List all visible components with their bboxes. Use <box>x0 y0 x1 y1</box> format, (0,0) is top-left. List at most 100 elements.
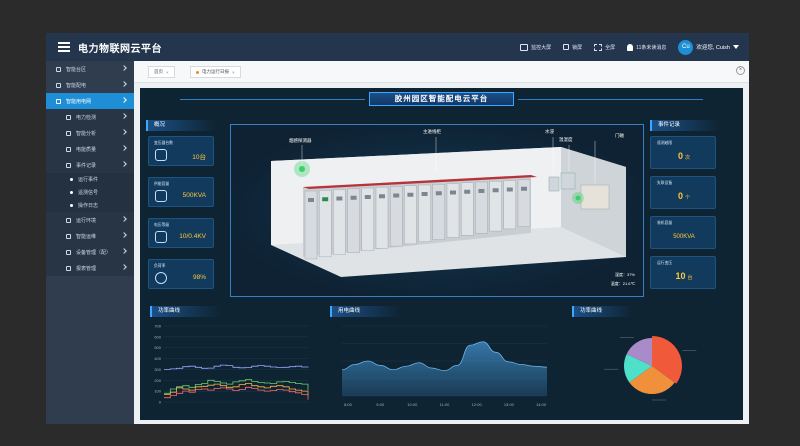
sensor-marker[interactable] <box>575 195 581 201</box>
close-icon[interactable]: × <box>166 70 169 75</box>
sidebar-item-4[interactable]: 智能分析 <box>46 125 134 141</box>
chevron-right-icon <box>121 97 127 103</box>
menu-icon[interactable] <box>58 42 70 52</box>
monitor-icon <box>520 43 529 51</box>
sidebar-item-10[interactable]: 运行环境 <box>46 212 134 228</box>
report-icon <box>66 265 71 271</box>
sidebar-item-label: 事件记录 <box>76 162 97 169</box>
lock-screen-button[interactable]: 锁屏 <box>563 44 582 51</box>
temp-sensor <box>560 172 576 190</box>
sidebar: 智能台区 智能配电 智能用电网电力检测智能分析电能质量事件记录运行事件遥测信号操作日… <box>46 61 134 424</box>
cabinet-indicator <box>407 192 414 197</box>
x-tick-label: 9:00 <box>376 402 385 407</box>
close-all-tabs-icon[interactable]: × <box>736 66 745 75</box>
event-label: 运行变压 <box>657 261 673 265</box>
bell-icon <box>627 43 634 51</box>
notifications-button[interactable]: 11条未读消息 <box>627 43 667 51</box>
sidebar-item-9[interactable]: 操作日志 <box>46 199 134 212</box>
header-line-left <box>180 99 365 100</box>
sidebar-item-5[interactable]: 电能质量 <box>46 141 134 157</box>
stat-label: 负荷率 <box>154 264 166 268</box>
sidebar-item-0[interactable]: 智能台区 <box>46 61 134 77</box>
door-panel <box>580 184 610 210</box>
sidebar-item-label: 智能分析 <box>76 130 97 137</box>
event-value: 10 台 <box>675 271 693 281</box>
bullet-icon <box>70 178 73 181</box>
cabinet-indicator <box>421 192 428 196</box>
consumption-chart-label: 用电曲线 <box>330 306 400 317</box>
door-sensor-label: 门磁 <box>615 133 624 138</box>
stat-label: 供能容量 <box>154 182 170 186</box>
cabinet-indicator <box>492 188 499 193</box>
lock-screen-label: 锁屏 <box>572 44 583 51</box>
sidebar-item-7[interactable]: 运行事件 <box>46 173 134 186</box>
stat-value: 10台 <box>192 154 206 161</box>
monitor-screen-label: 监控大屏 <box>531 44 552 51</box>
y-tick-label: 500 <box>154 345 161 350</box>
cabinet-indicator <box>450 190 456 195</box>
cabinet-indicator <box>506 187 513 192</box>
y-tick-label: 100 <box>154 389 161 394</box>
device-icon <box>66 249 71 255</box>
avatar: Cu <box>678 39 694 55</box>
event-value: 500KVA <box>673 234 695 240</box>
power-line-chart: 700 600 500 400 300 200 100 0 <box>154 324 309 405</box>
fullscreen-label: 全屏 <box>605 44 616 51</box>
close-icon[interactable]: × <box>232 70 235 75</box>
sidebar-item-11[interactable]: 智能运维 <box>46 228 134 244</box>
tab-home[interactable]: 首页 × <box>148 66 175 78</box>
temperature-reading: 温度：21.6℃ <box>610 281 635 286</box>
x-tick-label: 12:00 <box>472 402 483 407</box>
x-tick-label: 10:00 <box>407 402 418 407</box>
substation-3d-view[interactable]: 烟感探测器 主进线柜 水浸 温湿度 门磁 湿度：37% 温度：21.6℃ <box>230 124 644 297</box>
voltage-icon <box>155 231 167 243</box>
tab-home-label: 首页 <box>154 69 163 74</box>
sidebar-item-label: 运行环境 <box>76 217 97 224</box>
sidebar-item-label: 遥测信号 <box>78 190 99 196</box>
stat-label: 电压等级 <box>154 223 170 227</box>
sidebar-item-label: 电力检测 <box>76 114 97 121</box>
y-tick-label: 600 <box>154 334 161 339</box>
chevron-right-icon <box>121 81 127 87</box>
substation-illustration <box>271 137 626 277</box>
y-tick-label: 200 <box>154 378 161 383</box>
event-card-offline: 失联设备 0个 <box>650 176 716 209</box>
header-line-right <box>518 99 703 100</box>
user-menu[interactable]: Cu 欢迎您, Cuish <box>678 39 739 55</box>
fullscreen-icon <box>594 43 603 51</box>
event-label: 装机容量 <box>657 221 673 225</box>
chevron-right-icon <box>121 145 127 151</box>
sidebar-item-8[interactable]: 遥测信号 <box>46 186 134 199</box>
fullscreen-button[interactable]: 全屏 <box>594 43 616 51</box>
consumption-area-chart: 8:00 9:00 10:00 11:00 12:00 13:00 14:00 <box>341 325 548 407</box>
stat-card-load: 负荷率 98% <box>148 259 214 289</box>
cabinet-indicator <box>350 195 357 200</box>
active-dot-icon <box>196 70 199 74</box>
chevron-right-icon <box>121 129 127 135</box>
sidebar-item-12[interactable]: 设备管理（配） <box>46 244 134 260</box>
smoke-sensor-marker[interactable] <box>299 166 305 172</box>
cabinet-indicator <box>478 189 485 193</box>
sidebar-item-6[interactable]: 事件记录 <box>46 157 134 173</box>
sidebar-item-1[interactable]: 智能配电 <box>46 77 134 93</box>
events-label: 事件记录 <box>650 120 720 131</box>
tab-daily-report[interactable]: 电力运行日报 × <box>190 66 241 78</box>
series-line-2 <box>164 383 309 396</box>
tab-bar: 首页 × 电力运行日报 × × <box>134 61 749 83</box>
dashboard-header: 胶州园区智能配电云平台 <box>140 88 743 110</box>
cabinet-indicator <box>393 193 400 198</box>
sidebar-item-3[interactable]: 电力检测 <box>46 109 134 125</box>
top-bar: 电力物联网云平台 监控大屏 锁屏 全屏 11条未读消息 Cu 欢迎您, Cuis… <box>46 33 749 61</box>
chevron-right-icon <box>121 264 127 270</box>
sidebar-item-label: 运行事件 <box>78 177 99 183</box>
sidebar-item-2[interactable]: 智能用电网 <box>46 93 134 109</box>
temp-humidity-label: 温湿度 <box>559 137 573 142</box>
event-card-telemetry: 遥测越限 0次 <box>650 136 716 169</box>
chevron-right-icon <box>121 161 127 167</box>
notifications-label: 11条未读消息 <box>636 44 667 51</box>
record-icon <box>66 162 71 168</box>
sidebar-item-13[interactable]: 报表管理 <box>46 260 134 276</box>
monitor-screen-button[interactable]: 监控大屏 <box>520 43 552 51</box>
sidebar-item-label: 电能质量 <box>76 146 97 153</box>
gauge-icon <box>155 272 167 284</box>
